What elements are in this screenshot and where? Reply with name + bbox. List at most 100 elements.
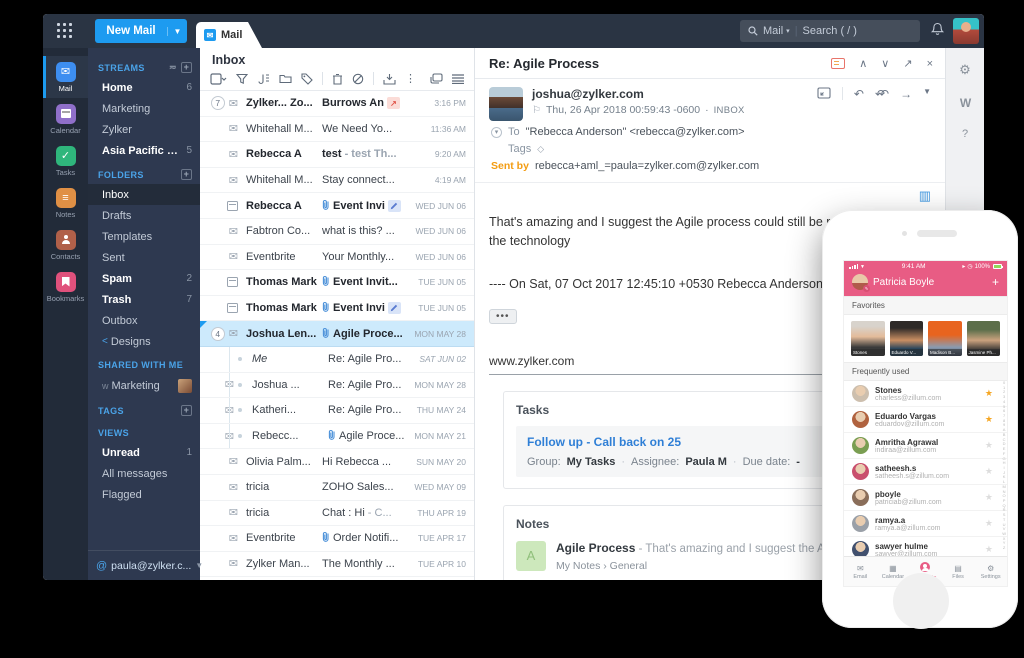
phone-contact-row[interactable]: ramya.aramya.a@zillum.com★	[844, 511, 1007, 537]
reply-icon[interactable]: ↶	[854, 87, 864, 101]
rail-item-bookmarks[interactable]: Bookmarks	[43, 266, 88, 308]
archive-icon[interactable]	[383, 73, 396, 85]
sidebar-item-zylker[interactable]: Zylker	[88, 119, 200, 140]
mail-row[interactable]: ✉triciaZOHO Sales...WED MAY 09	[200, 475, 474, 501]
favorite-star-icon[interactable]: ★	[985, 440, 993, 451]
phone-user-avatar[interactable]	[852, 274, 868, 290]
sidebar-item-templates[interactable]: Templates	[88, 226, 200, 247]
close-icon[interactable]: ×	[927, 58, 933, 70]
zia-assistant-icon[interactable]: W	[960, 96, 970, 110]
search-input[interactable]: Mail▾ | Search ( / )	[740, 20, 920, 42]
favorite-contact-tile[interactable]: Eduardo V...	[890, 321, 924, 356]
user-avatar[interactable]	[953, 18, 979, 44]
favorite-contact-tile[interactable]: Jasmine Ph...	[967, 321, 1001, 356]
reader-view-icon[interactable]: ▥	[919, 188, 931, 204]
add-icon[interactable]: +	[181, 62, 192, 73]
sidebar-item-home[interactable]: Home6	[88, 77, 200, 98]
more-options-icon[interactable]: ⋮	[405, 72, 416, 85]
mail-row[interactable]: ✉EventbriteOrder Notifi...TUE APR 17	[200, 526, 474, 552]
thread-view-icon[interactable]	[831, 58, 845, 69]
app-grid-icon[interactable]	[57, 23, 73, 39]
mail-row[interactable]: Thomas MarkEvent InviTUE JUN 05	[200, 296, 474, 322]
sidebar-item-designs[interactable]: <Designs	[88, 331, 200, 352]
add-tag-icon[interactable]: ⬦	[535, 146, 546, 153]
phone-tab-settings[interactable]: ⚙Settings	[974, 557, 1007, 586]
settings-gear-icon[interactable]: ⚙	[959, 62, 971, 78]
favorite-contact-tile[interactable]: Madison B...	[928, 321, 962, 356]
tab-mail[interactable]: ✉ Mail	[196, 22, 262, 48]
filter-icon[interactable]	[236, 73, 248, 85]
sender-email[interactable]: joshua@zylker.com	[532, 87, 745, 101]
rail-item-notes[interactable]: ≡Notes	[43, 182, 88, 224]
next-mail-icon[interactable]: ∨	[881, 57, 889, 70]
phone-contact-row[interactable]: pboylepatriciab@zillum.com★	[844, 485, 1007, 511]
mail-row[interactable]: Rebecca AEvent InviWED JUN 06	[200, 193, 474, 219]
sidebar-item-outbox[interactable]: Outbox	[88, 310, 200, 331]
mail-row[interactable]: ✉Whitehall M...Stay connect...4:19 AM	[200, 168, 474, 194]
account-switcher[interactable]: @ paula@zylker.c... ▼	[88, 550, 200, 580]
spam-icon[interactable]	[352, 73, 364, 85]
mail-row[interactable]: ✉triciaChat : Hi- C...THU APR 19	[200, 501, 474, 527]
phone-contact-row[interactable]: sawyer hulmesawyer@zillum.com★	[844, 537, 1007, 556]
reply-all-icon[interactable]: ↶↶	[875, 87, 889, 101]
sidebar-item-marketing[interactable]: wMarketing	[88, 374, 200, 397]
mail-row[interactable]: ✉EventbriteYour Monthly...WED JUN 06	[200, 245, 474, 271]
phone-tab-email[interactable]: ✉Email	[844, 557, 877, 586]
move-folder-icon[interactable]	[279, 73, 292, 84]
sidebar-item-spam[interactable]: Spam2	[88, 268, 200, 289]
phone-contact-row[interactable]: Stonescharless@zillum.com★	[844, 381, 1007, 407]
rail-item-tasks[interactable]: ✓Tasks	[43, 140, 88, 182]
mail-row[interactable]: ✉Joshua ...Re: Agile Pro...MON MAY 28	[200, 373, 474, 399]
popout-icon[interactable]: ↗	[903, 57, 912, 70]
new-mail-dropdown-icon[interactable]: ▼	[167, 27, 187, 36]
favorite-star-icon[interactable]: ★	[985, 414, 993, 425]
mail-row[interactable]: ✉Zylker Man...The Monthly ...TUE APR 10	[200, 552, 474, 578]
mail-row[interactable]: ✉Rebecc...Agile Proce...MON MAY 21	[200, 424, 474, 450]
more-actions-chevron-icon[interactable]: ▼	[923, 87, 931, 96]
favorite-contact-tile[interactable]: Stones	[851, 321, 885, 356]
alphabet-index[interactable]: 0123456789ABCDEFGHIJKLMNOPQRSTUVWXYZ	[1002, 381, 1006, 551]
rail-item-contacts[interactable]: Contacts	[43, 224, 88, 266]
open-original-icon[interactable]	[817, 87, 831, 102]
mail-row[interactable]: ✉Whitehall M...We Need Yo...11:36 AM	[200, 117, 474, 143]
add-contact-icon[interactable]: +	[992, 275, 999, 289]
note-title[interactable]: Agile Process	[556, 541, 635, 555]
mail-row[interactable]: 7✉Zylker... Zo...Burrows An↗3:16 PM	[200, 91, 474, 117]
list-density-icon[interactable]	[452, 73, 464, 84]
delete-icon[interactable]	[332, 73, 343, 85]
favorite-star-icon[interactable]: ★	[985, 388, 993, 399]
help-icon[interactable]: ?	[962, 128, 968, 140]
phone-tab-files[interactable]: ▤Files	[942, 557, 975, 586]
flag-icon[interactable]: ⚐	[532, 105, 541, 116]
sidebar-item-trash[interactable]: Trash7	[88, 289, 200, 310]
sidebar-item-all-messages[interactable]: All messages	[88, 463, 200, 484]
favorite-star-icon[interactable]: ★	[985, 518, 993, 529]
sidebar-item-marketing[interactable]: Marketing	[88, 98, 200, 119]
phone-home-button[interactable]	[893, 573, 949, 629]
forward-icon[interactable]: →	[900, 87, 912, 101]
new-mail-button[interactable]: New Mail ▼	[95, 19, 187, 43]
previous-mail-icon[interactable]: ∧	[859, 57, 867, 70]
attachment-view-icon[interactable]	[257, 72, 270, 85]
sidebar-item-asia-pacific-sales[interactable]: Asia Pacific Sales5	[88, 140, 200, 161]
sidebar-item-drafts[interactable]: Drafts	[88, 205, 200, 226]
show-quoted-text-button[interactable]: •••	[489, 309, 517, 324]
sidebar-item-sent[interactable]: Sent	[88, 247, 200, 268]
phone-contact-row[interactable]: satheesh.ssatheesh.s@zillum.com★	[844, 459, 1007, 485]
stream-filter-icon[interactable]: ≂	[169, 62, 177, 73]
add-icon[interactable]: +	[181, 169, 192, 180]
favorite-star-icon[interactable]: ★	[985, 466, 993, 477]
select-all-checkbox[interactable]	[210, 73, 227, 85]
notifications-bell-icon[interactable]	[931, 22, 944, 41]
collapse-header-icon[interactable]: ▾	[491, 127, 502, 138]
mail-row[interactable]: 4✉Joshua Len...Agile Proce...MON MAY 28	[200, 321, 474, 347]
phone-contact-row[interactable]: Amritha Agrawalindiraa@zillum.com★	[844, 433, 1007, 459]
mail-row[interactable]: ✉Rebecca Atest- test Th...9:20 AM	[200, 142, 474, 168]
search-scope-dropdown[interactable]: Mail▾	[763, 25, 790, 37]
rail-item-calendar[interactable]: Calendar	[43, 98, 88, 140]
favorite-star-icon[interactable]: ★	[985, 544, 993, 555]
mail-row[interactable]: Thomas MarkEvent Invit...TUE JUN 05	[200, 270, 474, 296]
mail-row[interactable]: MeRe: Agile Pro...SAT JUN 02	[200, 347, 474, 373]
phone-contact-row[interactable]: Eduardo Vargaseduardov@zillum.com★	[844, 407, 1007, 433]
add-icon[interactable]: +	[181, 405, 192, 416]
